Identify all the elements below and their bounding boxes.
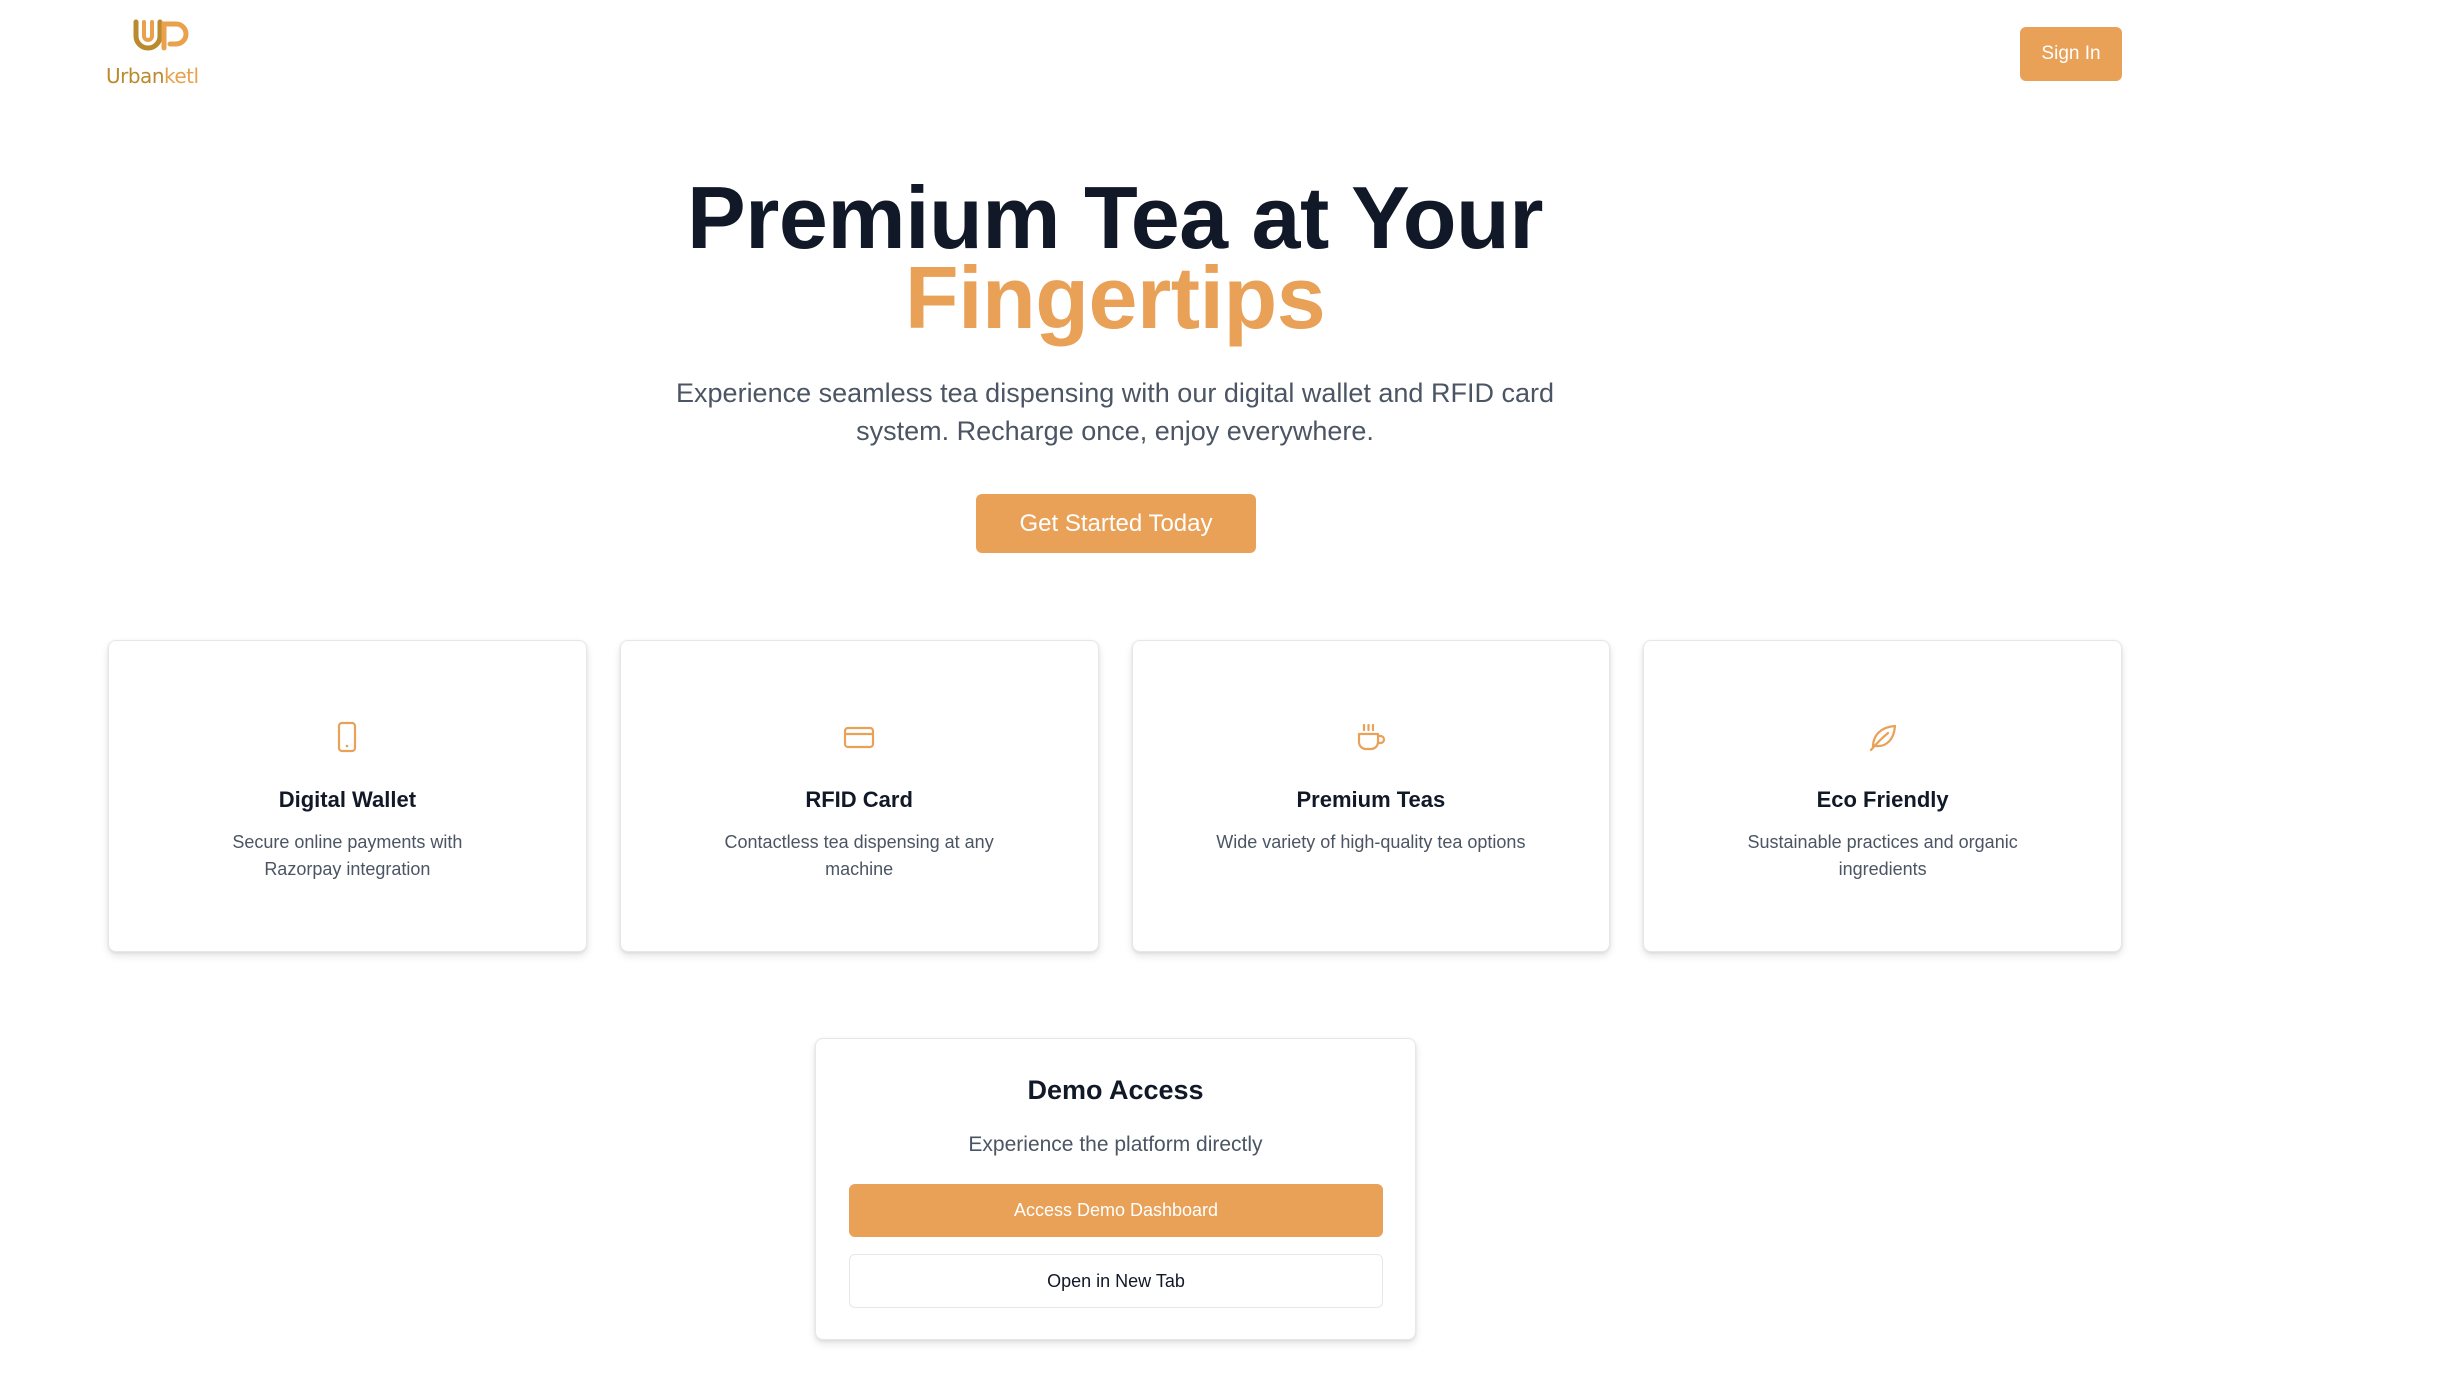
feature-title: Digital Wallet <box>278 787 417 812</box>
smartphone-icon <box>331 721 363 753</box>
feature-description: Sustainable practices and organic ingred… <box>1747 832 2018 879</box>
feature-card-digital-wallet: Digital Wallet Secure online payments wi… <box>108 640 587 952</box>
feature-title: Eco Friendly <box>1816 787 1949 812</box>
hero-title-line2: Fingertips <box>904 248 1326 347</box>
credit-card-icon <box>843 721 875 753</box>
brand-name-part1: Urban <box>106 64 165 88</box>
access-demo-dashboard-button[interactable]: Access Demo Dashboard <box>849 1184 1383 1237</box>
feature-card-eco-friendly: Eco Friendly Sustainable practices and o… <box>1643 640 2122 952</box>
hero-title: Premium Tea at Your Fingertips <box>0 174 2230 347</box>
feature-title: Premium Teas <box>1296 787 1446 812</box>
feature-card-premium-teas: Premium Teas Wide variety of high-qualit… <box>1131 640 1611 952</box>
get-started-button[interactable]: Get Started Today <box>976 494 1256 553</box>
brand-logo[interactable]: Urbanketl <box>106 18 216 92</box>
open-in-new-tab-button[interactable]: Open in New Tab <box>849 1254 1383 1308</box>
demo-title: Demo Access <box>1027 1075 1204 1105</box>
feature-description: Contactless tea dispensing at any machin… <box>724 832 994 879</box>
landing-page: Urbanketl Sign In Premium Tea at Your Fi… <box>0 0 2442 1390</box>
brand-name-part2: ketl <box>164 64 199 88</box>
brand-wordmark: Urbanketl <box>106 64 216 88</box>
feature-title: RFID Card <box>805 787 913 812</box>
feature-cards: Digital Wallet Secure online payments wi… <box>108 640 2122 952</box>
coffee-cup-icon <box>1355 721 1387 753</box>
feature-description: Secure online payments with Razorpay int… <box>232 832 463 879</box>
feature-card-rfid-card: RFID Card Contactless tea dispensing at … <box>619 640 1099 952</box>
demo-subtitle: Experience the platform directly <box>968 1133 1263 1156</box>
hero-subtitle: Experience seamless tea dispensing with … <box>676 378 1554 446</box>
demo-access-card: Demo Access Experience the platform dire… <box>815 1038 1416 1340</box>
feature-description: Wide variety of high-quality tea options <box>1216 832 1526 852</box>
logo-mark-icon <box>133 19 189 51</box>
sign-in-button[interactable]: Sign In <box>2020 27 2122 81</box>
leaf-icon <box>1867 721 1899 753</box>
